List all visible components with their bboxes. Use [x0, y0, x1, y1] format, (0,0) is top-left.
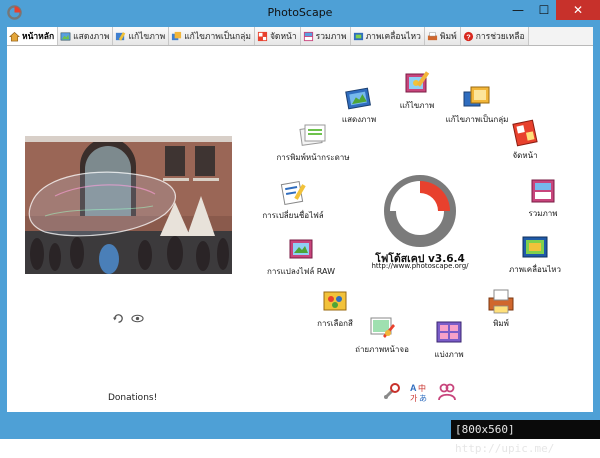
page-icon [257, 31, 268, 41]
tab-viewer[interactable]: แสดงภาพ [58, 27, 114, 45]
soap-bubble-street-photo [25, 136, 232, 274]
tab-home[interactable]: หน้าหลัก [7, 27, 59, 45]
svg-text:가: 가 [410, 394, 418, 402]
tab-print[interactable]: พิมพ์ [424, 27, 461, 45]
combine-icon [531, 179, 555, 203]
page-button[interactable]: จัดหน้า [470, 118, 580, 162]
batch-editor-icon [463, 86, 490, 107]
paper-print-icon [299, 124, 326, 146]
refresh-photo-icon[interactable] [112, 312, 125, 325]
animated-gif-button[interactable]: ภาพเคลื่อนไหว [480, 232, 590, 276]
tab-label: ภาพเคลื่อนไหว [365, 32, 421, 42]
color-picker-icon [323, 291, 347, 311]
svg-text:A: A [410, 383, 417, 393]
svg-text:あ: あ [419, 394, 427, 402]
donations-link[interactable]: Donations! [108, 393, 157, 403]
tab-label: แสดงภาพ [73, 32, 110, 42]
minimize-button[interactable]: — [505, 0, 531, 20]
tools-icon[interactable] [381, 382, 401, 402]
editor-icon [116, 31, 126, 41]
tab-page[interactable]: จัดหน้า [254, 27, 301, 45]
raw-converter-button[interactable]: การแปลงไฟล์ RAW [246, 234, 356, 278]
help-icon: ? [463, 31, 473, 41]
batch-editor-icon [172, 31, 182, 40]
animated-gif-icon [353, 32, 363, 40]
upload-watermark: [800x560] http://upic.me/ [451, 420, 600, 455]
print-icon [427, 31, 438, 40]
combine-icon [303, 31, 313, 41]
language-icon[interactable]: A 中 가 あ [409, 382, 429, 402]
maximize-button[interactable]: ☐ [531, 0, 557, 20]
view-photo-icon[interactable] [131, 312, 144, 325]
title-bar[interactable]: PhotoScape — ☐ ✕ [0, 0, 600, 27]
tab-bar: หน้าหลัก แสดงภาพ แก้ไขภาพ แก้ไขภาพเป็นกล… [7, 27, 593, 46]
color-picker-button[interactable]: การเลือกสี [280, 286, 390, 330]
featured-photo [25, 136, 232, 274]
paper-print-button[interactable]: การพิมพ์หน้ากระดาษ [258, 120, 368, 164]
tab-editor[interactable]: แก้ไขภาพ [113, 27, 170, 45]
tab-label: แก้ไขภาพ [128, 32, 166, 42]
tab-batch-editor[interactable]: แก้ไขภาพเป็นกลุ่ม [169, 27, 255, 45]
app-window: PhotoScape — ☐ ✕ หน้าหลัก แสดงภาพ แก้ไขภ… [0, 0, 600, 439]
tab-label: หน้าหลัก [22, 32, 55, 42]
window-bottom-border [0, 412, 600, 420]
homepage-link[interactable]: http://www.photoscape.org/ [360, 262, 480, 270]
page-icon [512, 119, 538, 147]
splitter-icon [436, 321, 462, 343]
close-button[interactable]: ✕ [556, 0, 600, 20]
animated-gif-icon [522, 236, 548, 258]
tab-animated-gif[interactable]: ภาพเคลื่อนไหว [350, 27, 425, 45]
tab-label: รวมภาพ [315, 32, 347, 42]
tab-combine[interactable]: รวมภาพ [300, 27, 351, 45]
tab-help[interactable]: ? การช่วยเหลือ [460, 27, 529, 45]
rename-button[interactable]: การเปลี่ยนชื่อไฟล์ [238, 178, 348, 222]
svg-text:?: ? [466, 32, 471, 41]
photoscape-logo [384, 175, 456, 247]
viewer-icon [60, 32, 71, 40]
tab-label: การช่วยเหลือ [475, 32, 525, 42]
combine-button[interactable]: รวมภาพ [488, 176, 598, 220]
users-icon[interactable] [437, 382, 457, 402]
print-icon [488, 289, 514, 314]
tab-label: จัดหน้า [269, 32, 297, 42]
home-icon [9, 31, 20, 41]
tab-label: แก้ไขภาพเป็นกลุ่ม [184, 32, 251, 42]
raw-converter-icon [289, 239, 313, 259]
tab-label: พิมพ์ [439, 32, 457, 42]
rename-icon [280, 181, 306, 205]
svg-text:中: 中 [418, 383, 426, 393]
